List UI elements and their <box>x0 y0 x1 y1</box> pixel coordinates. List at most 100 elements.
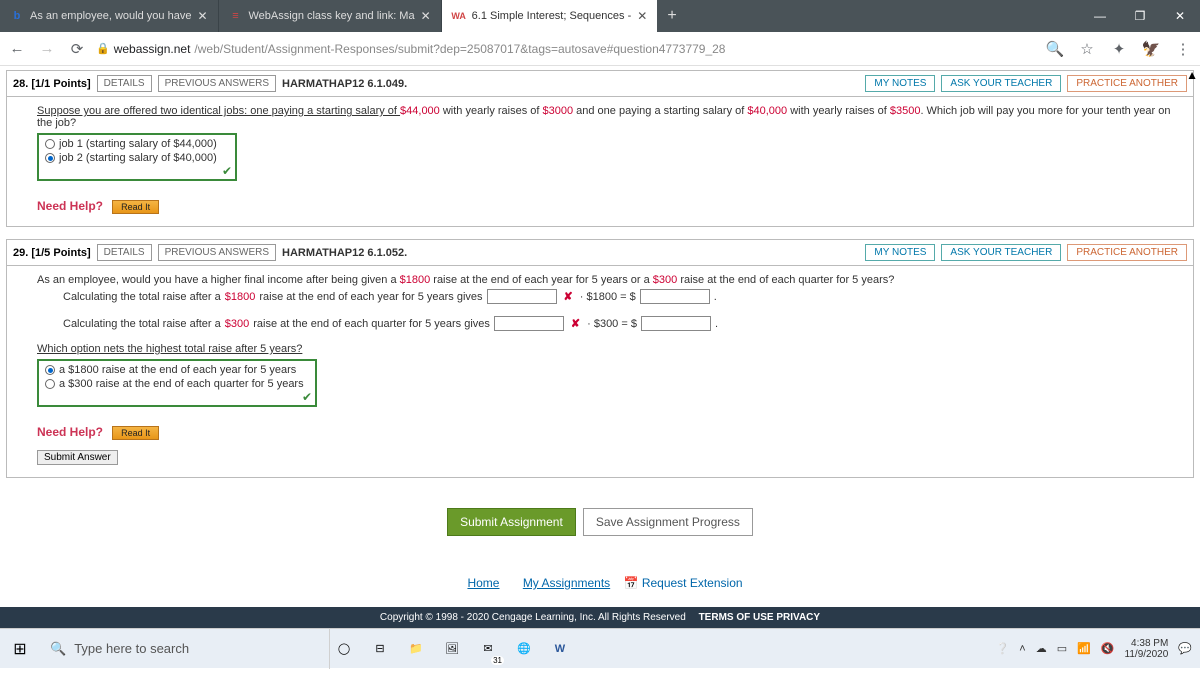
cortana-icon[interactable]: ⊟ <box>366 635 394 663</box>
q28-answer-box: job 1 (starting salary of $44,000) job 2… <box>37 133 237 181</box>
q29-text: Calculating the total raise after a <box>63 318 221 330</box>
tab-icon-list: ≡ <box>229 9 243 23</box>
q29-input-1b[interactable] <box>640 289 710 304</box>
my-assignments-link[interactable]: My Assignments <box>523 576 610 590</box>
submit-answer-button[interactable]: Submit Answer <box>37 450 118 465</box>
q29-text: raise at the end of each quarter for 5 y… <box>253 318 490 330</box>
restore-icon[interactable]: ❐ <box>1120 0 1160 32</box>
question-28-header: 28. [1/1 Points] DETAILS PREVIOUS ANSWER… <box>6 70 1194 97</box>
search-placeholder: Type here to search <box>74 641 189 656</box>
close-icon[interactable]: ✕ <box>421 9 431 23</box>
ask-teacher-button[interactable]: ASK YOUR TEACHER <box>941 244 1061 261</box>
ask-teacher-button[interactable]: ASK YOUR TEACHER <box>941 75 1061 92</box>
extension-icon[interactable]: ✦ <box>1108 38 1130 60</box>
copyright-bar: Copyright © 1998 - 2020 Cengage Learning… <box>0 607 1200 628</box>
url-host: webassign.net <box>114 42 191 56</box>
q29-text: As an employee, would you have a higher … <box>37 274 400 286</box>
details-button[interactable]: DETAILS <box>97 75 152 92</box>
q29-option-1[interactable]: a $1800 raise at the end of each year fo… <box>45 363 309 377</box>
menu-icon[interactable]: ⋮ <box>1172 38 1194 60</box>
q28-ref: HARMATHAP12 6.1.049. <box>282 78 407 90</box>
tab-icon-wa: WA <box>452 9 466 23</box>
period: . <box>714 291 717 303</box>
q28-opt2-label: job 2 (starting salary of $40,000) <box>59 152 217 164</box>
practice-another-button[interactable]: PRACTICE ANOTHER <box>1067 75 1187 92</box>
my-notes-button[interactable]: MY NOTES <box>865 75 935 92</box>
onedrive-icon[interactable]: ☁ <box>1036 642 1047 655</box>
previous-answers-button[interactable]: PREVIOUS ANSWERS <box>158 244 276 261</box>
terms-link[interactable]: TERMS OF USE PRIVACY <box>699 612 821 623</box>
q29-which-question: Which option nets the highest total rais… <box>37 343 1181 355</box>
read-it-button[interactable]: Read It <box>112 200 159 214</box>
photos-icon[interactable]: 🖼 <box>438 635 466 663</box>
start-button[interactable]: ⊞ <box>0 629 40 669</box>
add-tab-button[interactable]: + <box>657 7 686 25</box>
period: . <box>715 318 718 330</box>
volume-icon[interactable]: 🔇 <box>1101 642 1115 655</box>
tab-3-active[interactable]: WA 6.1 Simple Interest; Sequences - ✕ <box>442 0 658 32</box>
radio-icon[interactable] <box>45 365 55 375</box>
home-link[interactable]: Home <box>467 576 499 590</box>
word-icon[interactable]: W <box>546 635 574 663</box>
q29-option-2[interactable]: a $300 raise at the end of each quarter … <box>45 377 309 391</box>
zoom-icon[interactable]: 🔍 <box>1044 38 1066 60</box>
date-label: 11/9/2020 <box>1125 649 1169 660</box>
tab-1[interactable]: b As an employee, would you have ✕ <box>0 0 219 32</box>
mail-icon[interactable]: ✉31 <box>474 635 502 663</box>
q28-text: and one paying a starting salary of <box>573 105 747 117</box>
forward-button[interactable]: → <box>36 38 58 60</box>
chevron-up-icon[interactable]: ˄ <box>1019 643 1025 655</box>
q29-val2: $300 <box>653 274 677 286</box>
need-help-label: Need Help? <box>37 199 103 213</box>
save-progress-button[interactable]: Save Assignment Progress <box>583 508 753 536</box>
question-28-body: Suppose you are offered two identical jo… <box>6 97 1194 227</box>
details-button[interactable]: DETAILS <box>97 244 152 261</box>
back-button[interactable]: ← <box>6 38 28 60</box>
practice-another-button[interactable]: PRACTICE ANOTHER <box>1067 244 1187 261</box>
close-icon[interactable]: ✕ <box>197 9 207 23</box>
q29-input-2a[interactable] <box>494 316 564 331</box>
scroll-up-icon[interactable]: ▲ <box>1186 68 1198 82</box>
battery-icon[interactable]: ▭ <box>1057 642 1067 655</box>
my-notes-button[interactable]: MY NOTES <box>865 244 935 261</box>
lock-icon: 🔒 <box>96 42 110 55</box>
explorer-icon[interactable]: 📁 <box>402 635 430 663</box>
profile-icon[interactable]: 🦅 <box>1140 38 1162 60</box>
q28-option-2[interactable]: job 2 (starting salary of $40,000) <box>45 151 229 165</box>
radio-icon[interactable] <box>45 379 55 389</box>
check-icon: ✔ <box>302 390 312 404</box>
help-icon[interactable]: ❔ <box>996 642 1010 655</box>
q29-mult-label: · $1800 = $ <box>580 291 636 303</box>
q29-text: raise at the end of each quarter for 5 y… <box>677 274 894 286</box>
read-it-button[interactable]: Read It <box>112 426 159 440</box>
reqext-label: Request Extension <box>642 576 743 590</box>
tab-2[interactable]: ≡ WebAssign class key and link: Ma ✕ <box>219 0 442 32</box>
q28-option-1[interactable]: job 1 (starting salary of $44,000) <box>45 137 229 151</box>
window-close-icon[interactable]: ✕ <box>1160 0 1200 32</box>
close-icon[interactable]: ✕ <box>637 9 647 23</box>
q29-text: Calculating the total raise after a <box>63 291 221 303</box>
taskbar-search[interactable]: 🔍 Type here to search <box>40 629 330 669</box>
minimize-icon[interactable]: — <box>1080 0 1120 32</box>
question-29-header: 29. [1/5 Points] DETAILS PREVIOUS ANSWER… <box>6 239 1194 266</box>
task-view-icon[interactable]: ◯ <box>330 635 358 663</box>
url-field[interactable]: 🔒 webassign.net/web/Student/Assignment-R… <box>96 42 1036 56</box>
radio-icon[interactable] <box>45 139 55 149</box>
need-help-label: Need Help? <box>37 425 103 439</box>
submit-row: Submit Assignment Save Assignment Progre… <box>0 508 1200 536</box>
clock[interactable]: 4:38 PM 11/9/2020 <box>1125 638 1169 660</box>
mail-badge: 31 <box>491 656 504 665</box>
star-icon[interactable]: ☆ <box>1076 38 1098 60</box>
q29-input-1a[interactable] <box>487 289 557 304</box>
q29-input-2b[interactable] <box>641 316 711 331</box>
notifications-icon[interactable]: 💬 <box>1178 642 1192 655</box>
q29-points: 29. [1/5 Points] <box>13 247 91 259</box>
chrome-icon[interactable]: 🌐 <box>510 635 538 663</box>
radio-icon[interactable] <box>45 153 55 163</box>
previous-answers-button[interactable]: PREVIOUS ANSWERS <box>158 75 276 92</box>
reload-button[interactable]: ⟳ <box>66 38 88 60</box>
request-extension-link[interactable]: 📅 Request Extension <box>624 576 743 590</box>
submit-assignment-button[interactable]: Submit Assignment <box>447 508 576 536</box>
q29-answer-box: a $1800 raise at the end of each year fo… <box>37 359 317 407</box>
wifi-icon[interactable]: 📶 <box>1077 642 1091 655</box>
